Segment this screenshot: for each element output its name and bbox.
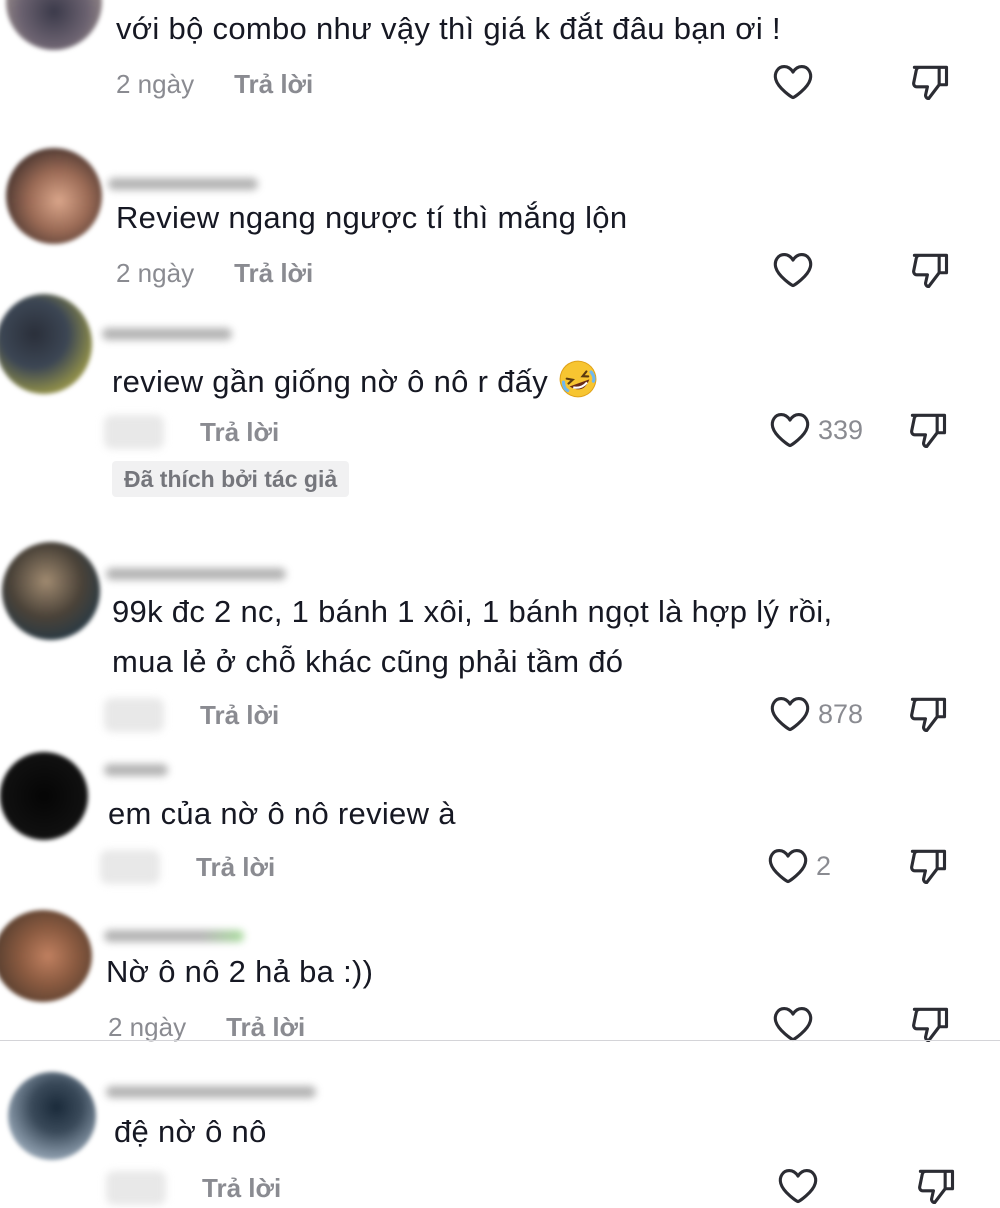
comment-item: 99k đc 2 nc, 1 bánh 1 xôi, 1 bánh ngọt l… (0, 530, 1000, 740)
reply-button[interactable]: Trả lời (202, 1173, 281, 1204)
comment-text-line2: mua lẻ ở chỗ khác cũng phải tầm đó (112, 644, 624, 679)
comment-text: Review ngang ngược tí thì mắng lộn (116, 200, 628, 235)
heart-icon (778, 1169, 818, 1204)
username[interactable] (108, 178, 258, 190)
like-count: 878 (818, 698, 864, 729)
heart-icon (773, 253, 813, 288)
thumbs-down-icon[interactable] (908, 248, 952, 292)
comment-meta: 2 ngày Trả lời (116, 253, 313, 293)
section-divider (0, 1040, 1000, 1041)
timestamp-blurred (104, 415, 164, 449)
comment-meta: Trả lời (104, 412, 279, 452)
avatar[interactable] (6, 148, 102, 244)
comment-text-body: review gần giống nờ ô nô r đấy (112, 364, 549, 399)
timestamp-blurred (100, 850, 160, 884)
like-button[interactable] (771, 248, 815, 292)
timestamp-blurred (104, 698, 164, 732)
like-count: 2 (816, 850, 832, 881)
comment-text: review gần giống nờ ô nô r đấy (112, 358, 599, 406)
username[interactable] (106, 568, 286, 580)
heart-icon (773, 65, 813, 100)
comment-meta: Trả lời (100, 847, 275, 887)
like-button[interactable] (771, 60, 815, 104)
comment-text: đệ nờ ô nô (114, 1114, 267, 1149)
timestamp: 2 ngày (116, 68, 195, 99)
comment-meta: Trả lời (106, 1168, 281, 1208)
avatar[interactable] (0, 910, 92, 1002)
username[interactable] (102, 328, 232, 340)
laughing-emoji-icon (559, 360, 597, 398)
heart-icon (768, 849, 808, 884)
timestamp-blurred (106, 1171, 166, 1205)
comment-meta: Trả lời (104, 695, 279, 735)
avatar[interactable] (6, 0, 102, 50)
heart-icon (770, 413, 810, 448)
avatar[interactable] (8, 1072, 96, 1160)
comment-text: 99k đc 2 nc, 1 bánh 1 xôi, 1 bánh ngọt l… (112, 594, 833, 629)
like-button[interactable]: 878 (768, 692, 863, 736)
timestamp: 2 ngày (108, 1011, 187, 1042)
like-button[interactable] (776, 1164, 820, 1208)
thumbs-down-icon[interactable] (906, 408, 950, 452)
comment-text: Nờ ô nô 2 hả ba :)) (106, 954, 374, 989)
username[interactable] (104, 764, 168, 776)
thumbs-down-icon[interactable] (906, 692, 950, 736)
avatar[interactable] (0, 294, 92, 394)
avatar[interactable] (0, 752, 88, 840)
comment-text: em của nờ ô nô review à (108, 796, 456, 831)
reply-button[interactable]: Trả lời (200, 700, 279, 731)
like-button[interactable]: 2 (766, 844, 831, 888)
heart-icon (770, 697, 810, 732)
comment-item: em của nờ ô nô review à Trả lời 2 (0, 740, 1000, 900)
comment-item: đệ nờ ô nô Trả lời (0, 1050, 1000, 1205)
comment-item: Review ngang ngược tí thì mắng lộn 2 ngà… (0, 140, 1000, 300)
username[interactable] (104, 930, 244, 942)
thumbs-down-icon[interactable] (914, 1164, 958, 1208)
username[interactable] (106, 1086, 316, 1098)
comment-text: với bộ combo như vậy thì giá k đắt đâu b… (116, 11, 781, 46)
reply-button[interactable]: Trả lời (226, 1012, 305, 1043)
like-count: 339 (818, 414, 864, 445)
liked-by-author-badge: Đã thích bởi tác giả (112, 461, 350, 497)
thumbs-down-icon[interactable] (908, 60, 952, 104)
reply-button[interactable]: Trả lời (234, 69, 313, 100)
comment-item: với bộ combo như vậy thì giá k đắt đâu b… (0, 0, 1000, 120)
comment-meta: 2 ngày Trả lời (108, 1007, 305, 1047)
thumbs-down-icon[interactable] (906, 844, 950, 888)
reply-button[interactable]: Trả lời (234, 258, 313, 289)
comment-meta: 2 ngày Trả lời (116, 64, 313, 104)
avatar[interactable] (2, 542, 100, 640)
reply-button[interactable]: Trả lời (200, 417, 279, 448)
reply-button[interactable]: Trả lời (196, 852, 275, 883)
like-button[interactable]: 339 (768, 408, 863, 452)
comment-item: Nờ ô nô 2 hả ba :)) 2 ngày Trả lời (0, 900, 1000, 1043)
timestamp: 2 ngày (116, 257, 195, 288)
